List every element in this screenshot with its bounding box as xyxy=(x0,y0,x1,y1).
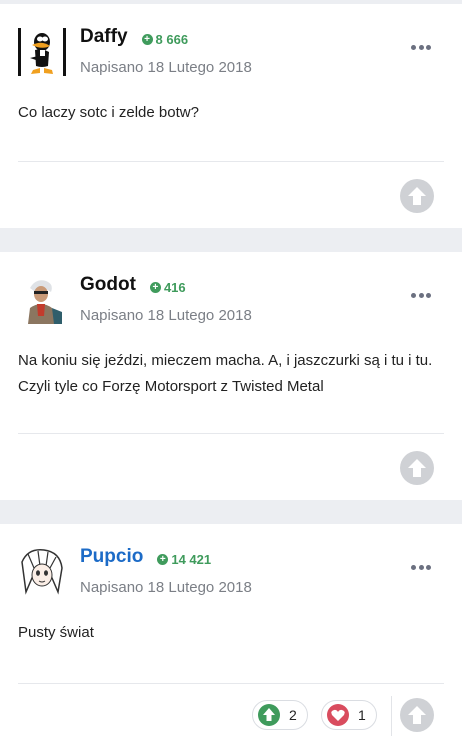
heart-reaction-button[interactable]: 1 xyxy=(321,700,377,730)
reaction-count: 1 xyxy=(358,707,366,723)
reaction-count: 2 xyxy=(289,707,297,723)
reputation-value: 416 xyxy=(163,280,186,295)
anime-girl-avatar[interactable] xyxy=(18,548,66,596)
divider xyxy=(18,161,444,162)
upvote-reaction-button[interactable]: 2 xyxy=(252,700,308,730)
reputation-badge[interactable]: + 416 xyxy=(149,280,186,295)
godot-character-avatar[interactable] xyxy=(18,276,66,324)
author-block: Pupcio + 14 421 xyxy=(80,546,211,568)
post: Pupcio + 14 421 Napisano 18 Lutego 2018 … xyxy=(0,524,462,750)
post: Godot + 416 Napisano 18 Lutego 2018 Na k… xyxy=(0,252,462,500)
post-content: Co laczy sotc i zelde botw? xyxy=(18,104,199,121)
divider xyxy=(18,433,444,434)
more-options-icon[interactable] xyxy=(411,44,431,50)
post-date: Napisano 18 Lutego 2018 xyxy=(80,579,252,596)
author-block: Daffy + 8 666 xyxy=(80,26,188,48)
separator xyxy=(391,696,392,736)
upvote-button[interactable] xyxy=(400,451,434,485)
plus-icon: + xyxy=(141,34,153,45)
plus-icon: + xyxy=(149,282,161,293)
arrow-up-icon xyxy=(408,459,426,477)
author-name[interactable]: Pupcio xyxy=(80,546,143,568)
reputation-value: 14 421 xyxy=(171,552,212,567)
arrow-up-icon xyxy=(408,187,426,205)
upvote-reaction-icon xyxy=(258,704,280,726)
author-name[interactable]: Daffy xyxy=(80,26,128,48)
reputation-value: 8 666 xyxy=(155,32,189,47)
reputation-badge[interactable]: + 8 666 xyxy=(141,32,189,47)
post-content: Na koniu się jeździ, mieczem macha. A, i… xyxy=(18,352,433,395)
arrow-up-icon xyxy=(408,706,426,724)
post-content: Pusty świat xyxy=(18,624,94,641)
daffy-duck-avatar[interactable] xyxy=(18,28,66,76)
more-options-icon[interactable] xyxy=(411,564,431,570)
reputation-badge[interactable]: + 14 421 xyxy=(157,552,211,567)
upvote-button[interactable] xyxy=(400,698,434,732)
author-name[interactable]: Godot xyxy=(80,274,136,296)
post-date: Napisano 18 Lutego 2018 xyxy=(80,59,252,76)
heart-icon xyxy=(327,704,349,726)
more-options-icon[interactable] xyxy=(411,292,431,298)
divider xyxy=(18,683,444,684)
post: Daffy + 8 666 Napisano 18 Lutego 2018 Co… xyxy=(0,4,462,228)
post-date: Napisano 18 Lutego 2018 xyxy=(80,307,252,324)
author-block: Godot + 416 xyxy=(80,274,186,296)
upvote-button[interactable] xyxy=(400,179,434,213)
plus-icon: + xyxy=(157,554,169,565)
